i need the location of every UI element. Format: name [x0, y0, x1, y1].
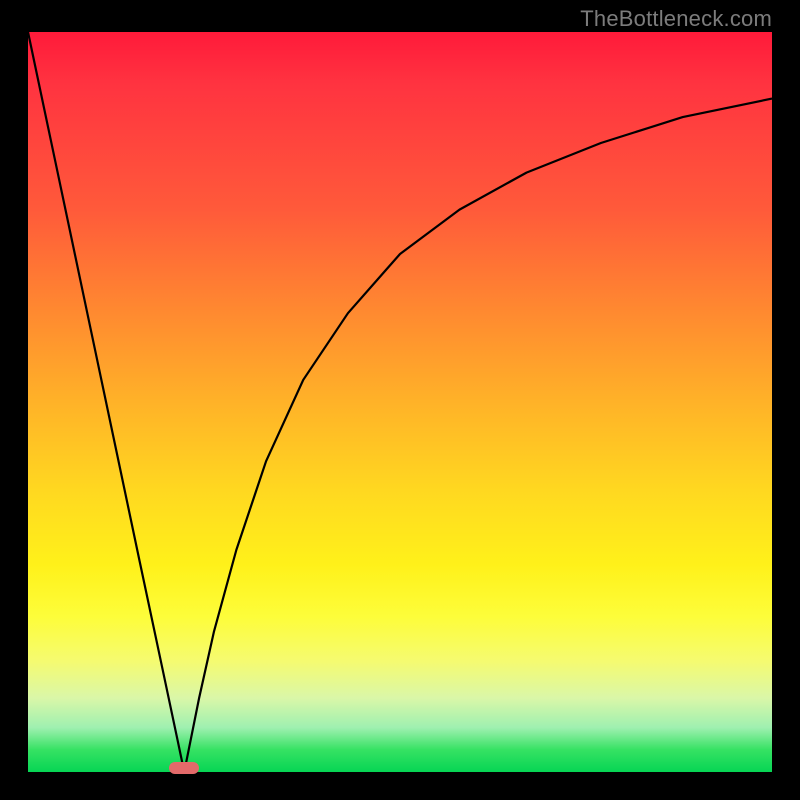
minimum-marker — [169, 762, 199, 774]
chart-frame: TheBottleneck.com — [0, 0, 800, 800]
curve-layer — [28, 32, 772, 772]
right-branch-line — [184, 99, 772, 772]
plot-area — [28, 32, 772, 772]
watermark-text: TheBottleneck.com — [580, 6, 772, 32]
left-branch-line — [28, 32, 184, 772]
